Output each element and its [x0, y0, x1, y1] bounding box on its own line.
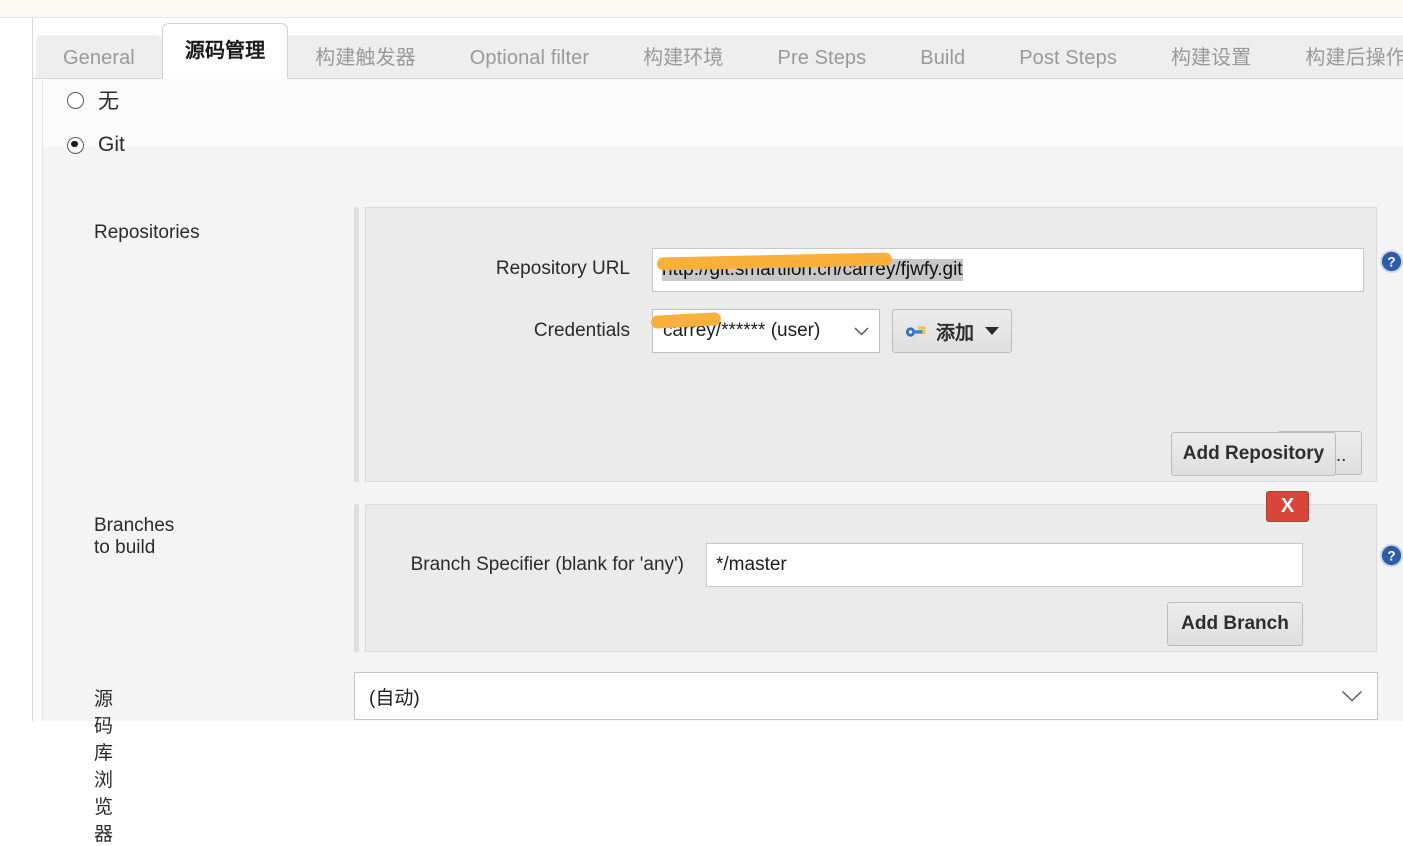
branch-specifier-input[interactable]: */master [706, 543, 1303, 587]
radio-git-selected-icon[interactable] [67, 136, 84, 154]
config-content-area: 无 Git Repositories Repository URL http:/… [43, 79, 1403, 845]
branch-specifier-value: */master [716, 554, 787, 575]
credentials-select[interactable]: carrey/****** (user) [650, 309, 880, 353]
tab-2-active[interactable]: 源码管理 [161, 23, 289, 79]
key-icon [905, 323, 927, 339]
add-credentials-label: 添加 [936, 322, 975, 344]
repository-url-value: http://git.smartlion.cn/carrey/fjwfy.git [662, 259, 963, 281]
left-rail [33, 18, 42, 721]
tab-label: 构建后操作 [1305, 47, 1403, 69]
branches-drag-handle[interactable] [354, 504, 359, 652]
branches-panel: Branch Specifier (blank for 'any') */mas… [365, 504, 1377, 652]
add-branch-button[interactable]: Add Branch [1167, 602, 1303, 646]
tab-label: Pre Steps [777, 47, 867, 69]
repository-url-input[interactable]: http://git.smartlion.cn/carrey/fjwfy.git [652, 248, 1364, 292]
tab-10[interactable]: 构建后操作 [1278, 35, 1403, 79]
branch-specifier-label: Branch Specifier (blank for 'any') [410, 554, 684, 575]
repository-browser-value: (自动) [369, 687, 420, 709]
repositories-drag-handle[interactable] [354, 207, 359, 482]
page-frame: General 源码管理 构建触发器 Optional filter 构建环境 Pre S… [0, 18, 1403, 845]
delete-branch-button[interactable]: X [1266, 491, 1309, 522]
scm-radio-zone: 无 Git [43, 79, 1403, 156]
branch-specifier-help-icon[interactable]: ? [1379, 543, 1403, 568]
svg-text:?: ? [1387, 549, 1395, 564]
scm-option-git-label: Git [98, 133, 125, 156]
tab-label: 源码管理 [184, 40, 266, 62]
tab-label: 构建触发器 [315, 47, 416, 69]
tab-label: 构建设置 [1170, 47, 1252, 69]
add-credentials-button[interactable]: 添加 [892, 309, 1012, 353]
svg-text:?: ? [1387, 255, 1395, 270]
tab-4[interactable]: Optional filter [442, 35, 617, 79]
left-rail-border-outer [32, 18, 33, 721]
credentials-label: Credentials [533, 320, 630, 341]
radio-none-icon[interactable] [67, 91, 84, 109]
tab-1[interactable]: General [36, 35, 162, 79]
repositories-section-label: Repositories [94, 222, 200, 243]
scm-option-none-label: 无 [98, 90, 119, 113]
tab-label: General [63, 47, 135, 69]
tab-7[interactable]: Build [893, 35, 993, 79]
caret-down-icon [985, 327, 1000, 335]
repository-browser-select[interactable]: (自动) [354, 672, 1378, 720]
tab-6[interactable]: Pre Steps [750, 35, 894, 79]
repository-browser-label: 源码库浏览器 [94, 689, 114, 845]
tab-label: Build [920, 47, 966, 69]
tab-label: 构建环境 [643, 47, 724, 69]
tab-5[interactable]: 构建环境 [616, 35, 751, 79]
chevron-down-icon [854, 327, 869, 336]
scm-option-none[interactable]: 无 [67, 86, 119, 114]
branches-section-label: Branches to build [94, 515, 175, 558]
repository-url-label: Repository URL [495, 258, 630, 279]
chevron-down-icon [1341, 690, 1363, 702]
scm-option-git[interactable]: Git [67, 131, 125, 159]
add-repository-label: Add Repository [1182, 443, 1325, 464]
browser-top-strip [0, 0, 1403, 18]
tab-label: Post Steps [1019, 47, 1117, 69]
credentials-value: carrey/****** (user) [663, 320, 821, 341]
tab-8[interactable]: Post Steps [992, 35, 1144, 79]
config-tab-bar: General 源码管理 构建触发器 Optional filter 构建环境 Pre S… [33, 18, 1403, 80]
tab-label: Optional filter [469, 47, 590, 69]
add-branch-label: Add Branch [1181, 613, 1289, 634]
delete-branch-label: X [1280, 495, 1295, 517]
add-repository-button[interactable]: Add Repository [1171, 432, 1336, 476]
tab-3[interactable]: 构建触发器 [288, 35, 443, 79]
tab-9[interactable]: 构建设置 [1143, 35, 1279, 79]
repository-url-help-icon[interactable]: ? [1379, 249, 1403, 274]
